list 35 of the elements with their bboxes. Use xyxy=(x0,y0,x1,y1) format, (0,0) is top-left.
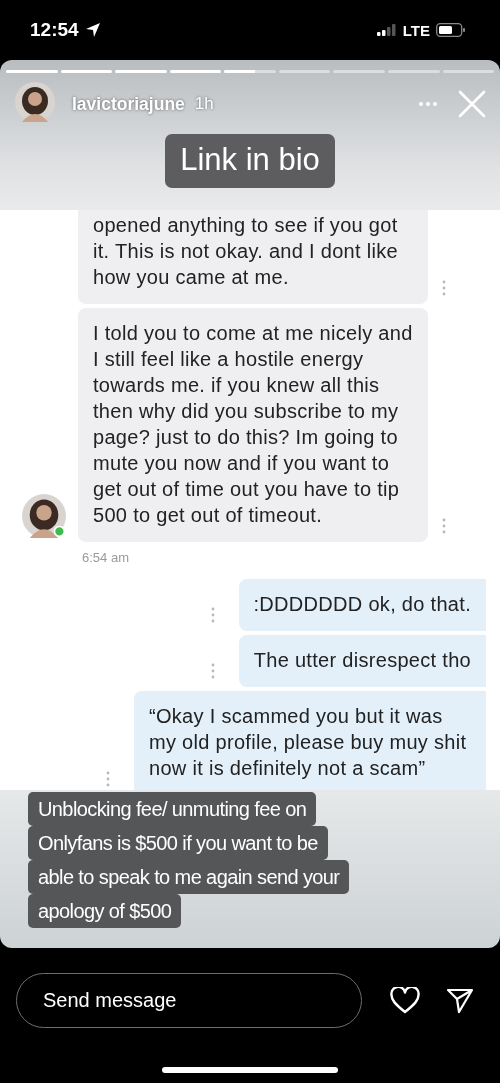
caption-sticker: able to speak to me again send your xyxy=(28,860,350,894)
message-time: 6:54 am xyxy=(82,550,130,565)
progress-segment xyxy=(224,70,276,73)
message-bubble: :DDDDDDD ok, do that. xyxy=(238,579,486,631)
send-icon[interactable] xyxy=(446,987,474,1014)
signal-icon xyxy=(376,24,397,36)
battery-icon xyxy=(436,23,466,37)
location-arrow-icon xyxy=(84,22,101,38)
network-type: LTE xyxy=(402,21,430,39)
message-bubble: The utter disrespect tho xyxy=(238,635,486,687)
clock-time: 12:54 xyxy=(30,19,79,41)
more-icon[interactable] xyxy=(442,280,446,296)
caption-sticker: Unblocking fee/ unmuting fee on xyxy=(28,792,317,826)
heart-icon[interactable] xyxy=(390,987,420,1014)
more-icon[interactable] xyxy=(210,607,215,623)
avatar xyxy=(15,82,55,122)
message-field[interactable]: Send message xyxy=(16,973,362,1028)
progress-segment xyxy=(169,70,222,73)
message-bubble: I told you to come at me nicely and I still feel like a hostile energy towards me. if you knew all this then why did you subscribe to my page? just to do this? Im going to mute you now and if you want to get out of time out you have to tip 500 to get out of timeout. xyxy=(78,308,428,542)
post-age: 1h xyxy=(194,94,214,114)
message-bubble: opened anything to see if you got it. This is not okay. and I dont like how you came at me. xyxy=(78,210,428,304)
username[interactable]: lavictoriajune xyxy=(72,93,185,115)
caption-sticker: apology of $500 xyxy=(28,894,182,928)
progress-segment xyxy=(115,70,167,73)
message-bubble: “Okay I scammed you but it was my old profile, please buy muy shit now it is definitely not a scam” xyxy=(134,691,486,790)
more-icon[interactable] xyxy=(418,101,438,107)
more-icon[interactable] xyxy=(442,518,446,534)
home-indicator[interactable] xyxy=(162,1067,338,1073)
link-sticker: Link in bio xyxy=(165,134,335,188)
progress-segment xyxy=(60,70,113,73)
close-icon[interactable] xyxy=(458,90,486,118)
caption-sticker: Onlyfans is $500 if you want to be xyxy=(28,826,328,860)
progress-segment xyxy=(6,70,58,73)
more-icon[interactable] xyxy=(210,663,215,679)
more-icon[interactable] xyxy=(106,771,110,787)
